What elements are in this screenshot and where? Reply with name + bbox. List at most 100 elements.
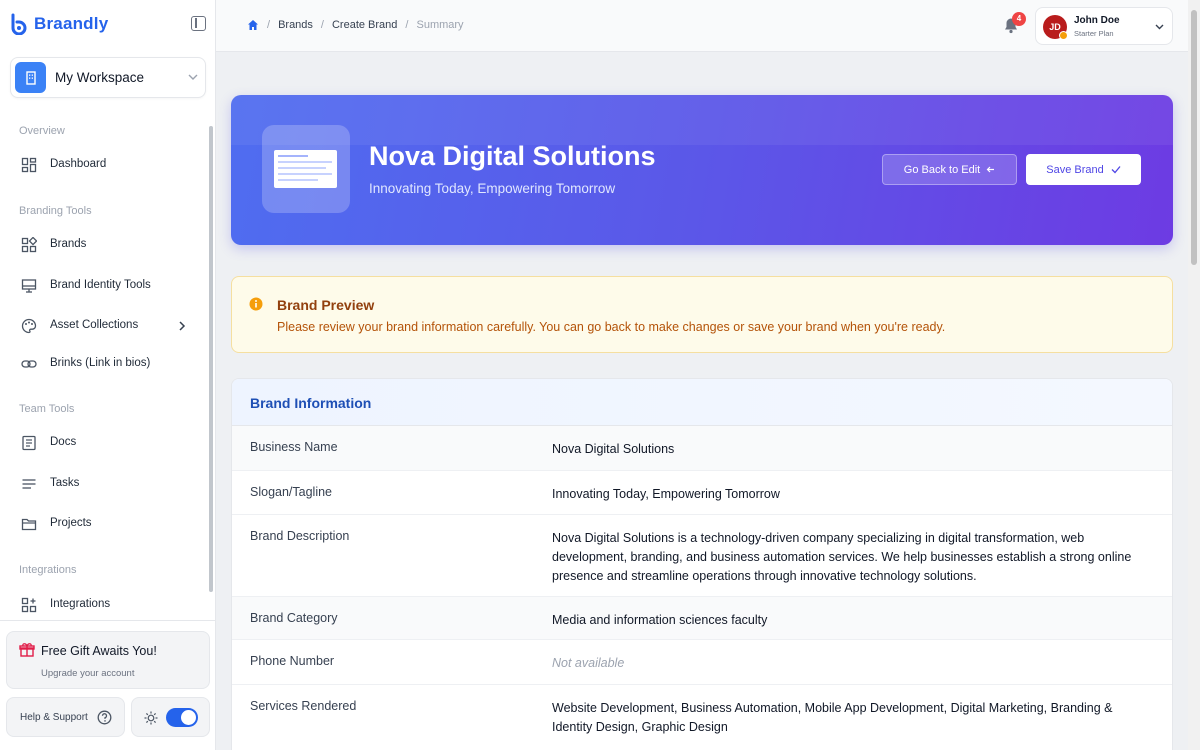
card-title: Brand Information xyxy=(250,395,372,411)
row-label: Business Name xyxy=(250,440,338,454)
question-icon xyxy=(97,710,112,725)
theme-toggle[interactable] xyxy=(166,708,198,727)
info-row-slogan: Slogan/Tagline Innovating Today, Empower… xyxy=(232,471,1172,515)
save-brand-button[interactable]: Save Brand xyxy=(1026,154,1141,185)
row-value: Not available xyxy=(552,656,625,670)
brand-information-card: Brand Information Business Name Nova Dig… xyxy=(231,378,1173,750)
link-icon xyxy=(21,360,37,368)
sidebar-item-docs[interactable]: Docs xyxy=(10,428,200,458)
chevron-right-icon xyxy=(179,321,186,331)
nav-section-branding: Branding Tools xyxy=(19,205,92,217)
folder-icon xyxy=(21,518,37,531)
document-icon xyxy=(22,435,36,451)
nav-section-integrations: Integrations xyxy=(19,564,77,576)
sidebar-item-brand-identity-tools[interactable]: Brand Identity Tools xyxy=(10,271,200,301)
sidebar-divider xyxy=(0,620,216,621)
nav-section-team: Team Tools xyxy=(19,403,75,415)
braandly-logo-icon xyxy=(11,13,27,35)
row-label: Brand Category xyxy=(250,611,338,625)
go-back-to-edit-button[interactable]: Go Back to Edit xyxy=(882,154,1017,185)
sidebar-item-label: Dashboard xyxy=(50,158,107,170)
check-icon xyxy=(1111,166,1121,174)
app-name: Braandly xyxy=(34,14,109,33)
sun-icon xyxy=(144,711,158,725)
topbar: / Brands / Create Brand / Summary 4 JD J… xyxy=(216,0,1188,52)
hero-highlight xyxy=(231,95,1173,145)
sidebar-nav: Overview Dashboard Branding Tools Brands… xyxy=(0,118,206,618)
building-icon xyxy=(15,62,46,93)
gift-title: Free Gift Awaits You! xyxy=(41,644,157,658)
breadcrumb-current: Summary xyxy=(416,19,464,31)
brands-icon xyxy=(21,237,37,253)
breadcrumb-create-brand[interactable]: Create Brand xyxy=(332,19,397,31)
sidebar-item-projects[interactable]: Projects xyxy=(10,509,200,539)
row-value: Media and information sciences faculty xyxy=(552,613,768,627)
brand-slogan: Innovating Today, Empowering Tomorrow xyxy=(369,181,616,196)
notification-badge: 4 xyxy=(1012,12,1026,26)
card-header: Brand Information xyxy=(232,379,1172,426)
sidebar-item-label: Docs xyxy=(50,436,77,448)
sidebar-item-label: Integrations xyxy=(50,598,111,610)
sidebar-item-dashboard[interactable]: Dashboard xyxy=(10,150,200,180)
sidebar-scrollbar[interactable] xyxy=(209,126,213,592)
row-value: Website Development, Business Automation… xyxy=(552,701,1113,734)
sidebar-item-brands[interactable]: Brands xyxy=(10,230,200,260)
info-row-services: Services Rendered Website Development, B… xyxy=(232,685,1172,750)
sidebar-item-label: Brands xyxy=(50,238,87,250)
sidebar-item-tasks[interactable]: Tasks xyxy=(10,469,200,499)
row-value: Innovating Today, Empowering Tomorrow xyxy=(552,487,780,501)
info-icon xyxy=(249,297,263,311)
info-row-phone: Phone Number Not available xyxy=(232,640,1172,685)
breadcrumb: / Brands / Create Brand / Summary xyxy=(247,19,464,31)
nav-section-overview: Overview xyxy=(19,125,65,137)
brand-thumbnail xyxy=(262,125,350,213)
app-logo[interactable]: Braandly xyxy=(9,13,108,35)
home-icon[interactable] xyxy=(247,19,259,31)
sidebar-collapse-icon[interactable] xyxy=(191,16,206,31)
sidebar-item-label: Brinks (Link in bios) xyxy=(50,357,151,369)
chevron-down-icon xyxy=(1155,24,1164,30)
brand-preview-alert: Brand Preview Please review your brand i… xyxy=(231,276,1173,353)
help-label: Help & Support xyxy=(20,712,88,723)
brand-row: Braandly xyxy=(0,0,216,48)
info-row-category: Brand Category Media and information sci… xyxy=(232,597,1172,640)
integrations-icon xyxy=(21,597,37,613)
alert-title: Brand Preview xyxy=(277,297,375,313)
theme-switcher xyxy=(131,697,210,737)
free-gift-card[interactable]: Free Gift Awaits You! Upgrade your accou… xyxy=(6,631,210,689)
arrow-left-icon xyxy=(986,166,995,173)
row-value: Nova Digital Solutions is a technology-d… xyxy=(552,531,1132,583)
alert-message: Please review your brand information car… xyxy=(277,320,946,334)
breadcrumb-separator: / xyxy=(320,19,324,31)
plan-badge-icon xyxy=(1059,31,1068,40)
help-support-button[interactable]: Help & Support xyxy=(6,697,125,737)
user-menu[interactable]: JD John Doe Starter Plan xyxy=(1035,7,1173,45)
sidebar-item-label: Brand Identity Tools xyxy=(50,279,151,291)
list-icon xyxy=(22,479,36,489)
workspace-selector[interactable]: My Workspace xyxy=(10,57,206,98)
chevron-down-icon xyxy=(188,74,198,80)
back-button-label: Go Back to Edit xyxy=(903,163,981,176)
gift-subtitle: Upgrade your account xyxy=(41,668,135,679)
row-label: Services Rendered xyxy=(250,699,357,713)
dashboard-icon xyxy=(21,157,37,173)
sidebar-item-integrations[interactable]: Integrations xyxy=(10,590,200,618)
user-plan: Starter Plan xyxy=(1074,29,1114,38)
sidebar-item-label: Projects xyxy=(50,517,92,529)
brand-preview-image xyxy=(274,150,337,188)
sidebar-item-asset-collections[interactable]: Asset Collections xyxy=(10,311,200,341)
breadcrumb-separator: / xyxy=(405,19,409,31)
workspace-label: My Workspace xyxy=(55,70,145,85)
sidebar-item-brinks[interactable]: Brinks (Link in bios) xyxy=(10,349,200,379)
monitor-icon xyxy=(21,279,37,293)
sidebar-item-label: Tasks xyxy=(50,477,80,489)
row-label: Brand Description xyxy=(250,529,350,543)
gift-icon xyxy=(19,643,35,657)
sidebar-item-label: Asset Collections xyxy=(50,319,139,331)
row-value: Nova Digital Solutions xyxy=(552,442,675,456)
breadcrumb-brands[interactable]: Brands xyxy=(278,19,313,31)
breadcrumb-separator: / xyxy=(267,19,271,31)
page-scrollbar[interactable] xyxy=(1191,10,1197,265)
info-row-business-name: Business Name Nova Digital Solutions xyxy=(232,426,1172,471)
row-label: Phone Number xyxy=(250,654,335,668)
